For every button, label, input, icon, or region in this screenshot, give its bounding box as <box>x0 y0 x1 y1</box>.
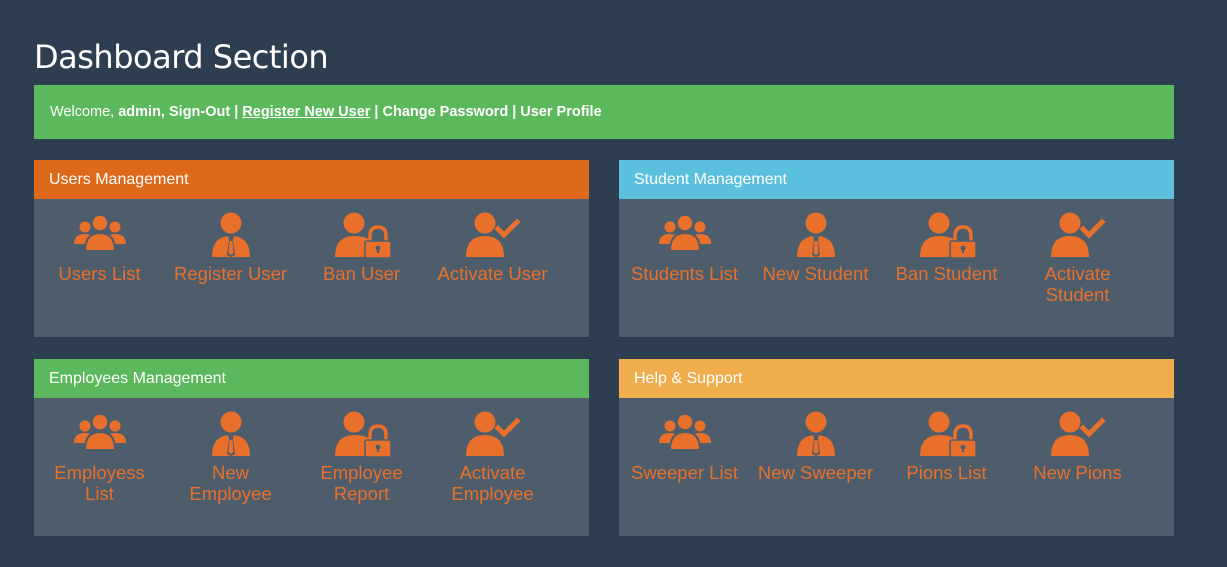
item-label: Activate User <box>437 263 548 284</box>
panel-title: Student Management <box>634 170 787 188</box>
register-new-user-link[interactable]: Register New User <box>242 104 370 120</box>
new-employee-button[interactable]: New Employee <box>165 410 296 504</box>
item-label: Register User <box>173 263 288 284</box>
item-label: New Sweeper <box>757 462 874 483</box>
item-label: Sweeper List <box>631 462 738 483</box>
new-pions-button[interactable]: New Pions <box>1012 410 1143 483</box>
sweeper-list-button[interactable]: Sweeper List <box>619 410 750 483</box>
user-tie-icon <box>786 211 846 259</box>
user-lock-icon <box>332 410 392 458</box>
user-lock-icon <box>917 410 977 458</box>
employees-management-panel: Employees Management Employess List New … <box>34 359 589 536</box>
welcome-bar: Welcome, admin, Sign-Out | Register New … <box>34 85 1174 139</box>
users-group-icon <box>655 211 715 259</box>
pions-list-button[interactable]: Pions List <box>881 410 1012 483</box>
item-label: Ban User <box>322 263 401 284</box>
student-management-panel: Student Management Students List New Stu… <box>619 160 1174 337</box>
user-check-icon <box>463 211 523 259</box>
panel-header: Help & Support <box>619 359 1174 398</box>
change-password-link[interactable]: Change Password <box>382 104 508 120</box>
panel-title: Employees Management <box>49 369 226 387</box>
new-sweeper-button[interactable]: New Sweeper <box>750 410 881 483</box>
welcome-greeting: Welcome, <box>50 104 115 120</box>
item-label: Ban Student <box>895 263 998 284</box>
user-profile-link[interactable]: User Profile <box>520 104 601 120</box>
welcome-username: admin, <box>118 104 165 120</box>
users-group-icon <box>70 211 130 259</box>
item-label: Users List <box>58 263 141 284</box>
user-tie-icon <box>786 410 846 458</box>
panel-header: Employees Management <box>34 359 589 398</box>
user-lock-icon <box>332 211 392 259</box>
user-check-icon <box>1048 211 1108 259</box>
item-label: Pions List <box>906 462 987 483</box>
register-user-button[interactable]: Register User <box>165 211 296 284</box>
user-tie-icon <box>201 211 261 259</box>
page-title: Dashboard Section <box>34 38 329 76</box>
employees-list-button[interactable]: Employess List <box>34 410 165 504</box>
panel-header: Student Management <box>619 160 1174 199</box>
students-list-button[interactable]: Students List <box>619 211 750 305</box>
separator: | <box>234 104 239 120</box>
item-label: Students List <box>631 263 738 284</box>
panel-title: Users Management <box>49 170 189 188</box>
panel-title: Help & Support <box>634 369 743 387</box>
ban-user-button[interactable]: Ban User <box>296 211 427 284</box>
activate-student-button[interactable]: Activate Student <box>1012 211 1143 305</box>
help-support-panel: Help & Support Sweeper List New Sweeper … <box>619 359 1174 536</box>
new-student-button[interactable]: New Student <box>750 211 881 305</box>
user-check-icon <box>1048 410 1108 458</box>
item-label: New Pions <box>1033 462 1122 483</box>
user-tie-icon <box>201 410 261 458</box>
item-label: Activate Student <box>1044 263 1111 305</box>
item-label: New Student <box>762 263 869 284</box>
users-management-panel: Users Management Users List Register Use… <box>34 160 589 337</box>
users-group-icon <box>70 410 130 458</box>
ban-student-button[interactable]: Ban Student <box>881 211 1012 305</box>
employee-report-button[interactable]: Employee Report <box>296 410 427 504</box>
item-label: Activate Employee <box>451 462 534 504</box>
separator: | <box>512 104 517 120</box>
separator: | <box>374 104 379 120</box>
activate-employee-button[interactable]: Activate Employee <box>427 410 558 504</box>
users-group-icon <box>655 410 715 458</box>
panel-header: Users Management <box>34 160 589 199</box>
users-list-button[interactable]: Users List <box>34 211 165 284</box>
sign-out-link[interactable]: Sign-Out <box>169 104 230 120</box>
item-label: Employess List <box>54 462 145 504</box>
user-check-icon <box>463 410 523 458</box>
item-label: New Employee <box>189 462 272 504</box>
activate-user-button[interactable]: Activate User <box>427 211 558 284</box>
item-label: Employee Report <box>320 462 403 504</box>
user-lock-icon <box>917 211 977 259</box>
